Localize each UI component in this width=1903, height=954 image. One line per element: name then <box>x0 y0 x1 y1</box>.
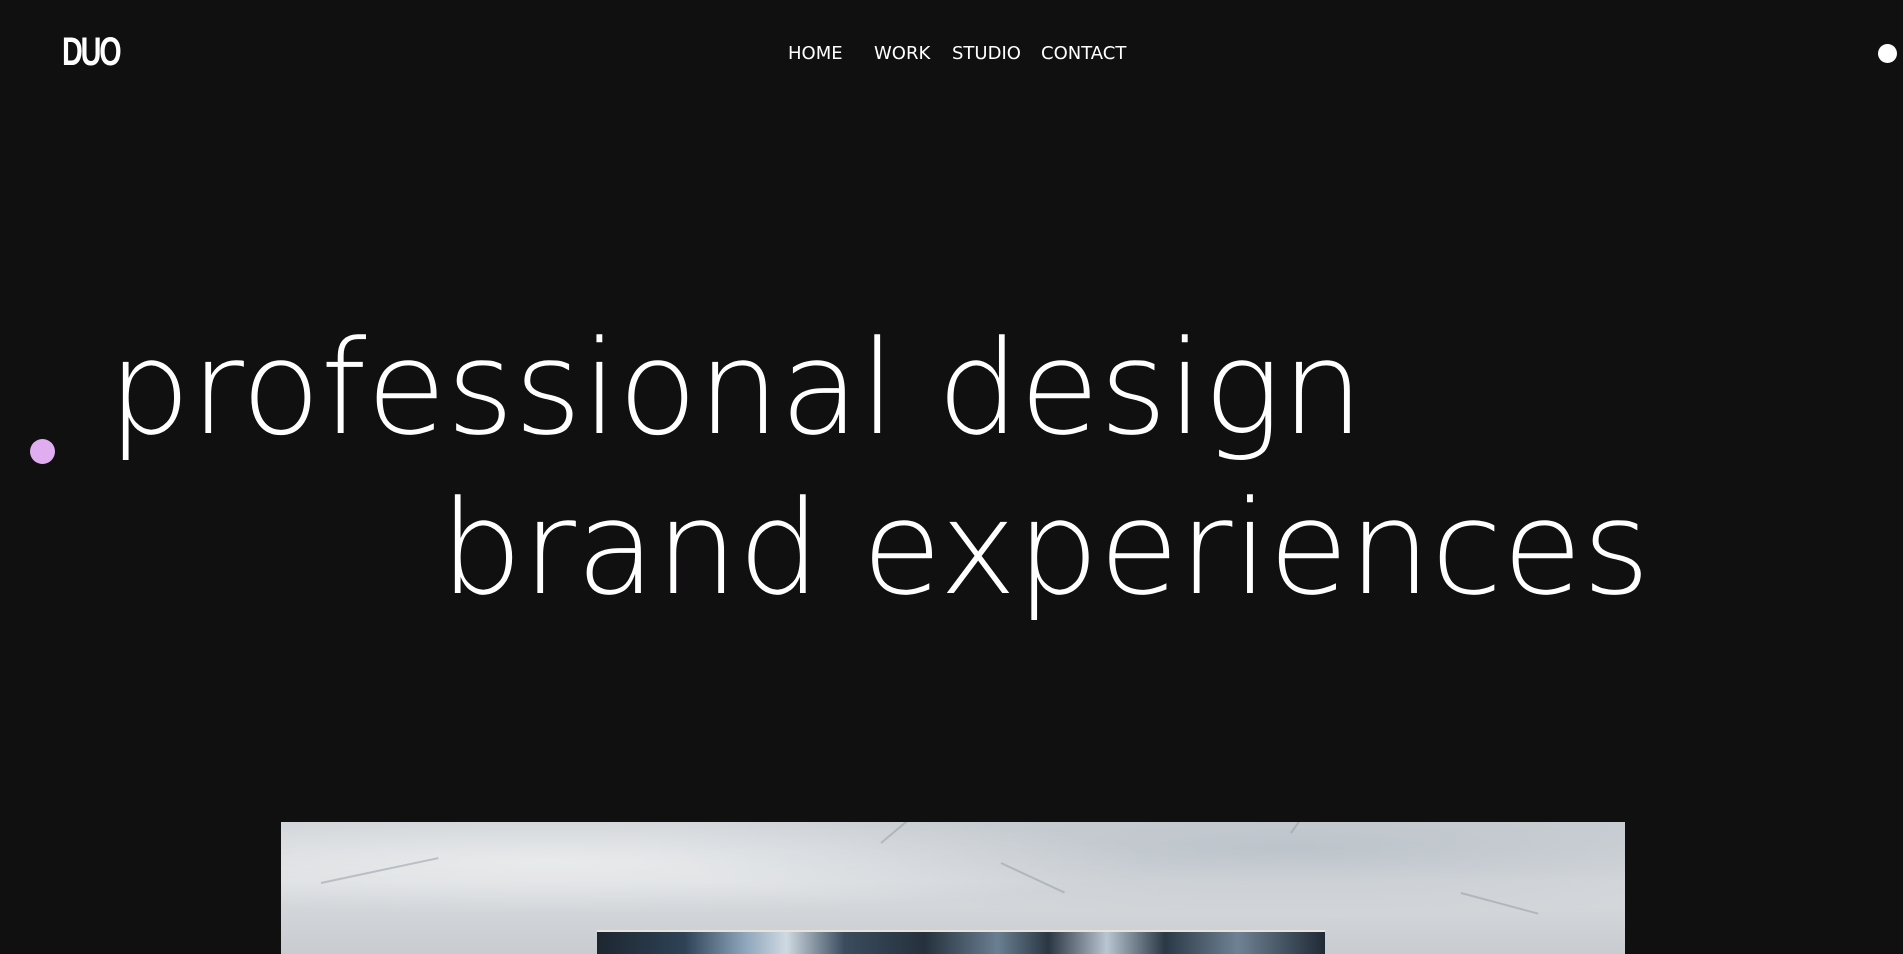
inner-photo <box>597 930 1325 954</box>
nav-link-studio[interactable]: STUDIO <box>952 42 1041 66</box>
nav-link-home[interactable]: HOME <box>788 42 874 66</box>
nav-link-work[interactable]: WORK <box>874 42 952 66</box>
hero-headline-line-1: professional design <box>108 312 1364 464</box>
menu-dot-icon[interactable] <box>1878 44 1897 63</box>
hero-headline-line-2: brand experiences <box>440 472 1651 624</box>
accent-dot-icon <box>30 439 55 464</box>
logo[interactable]: DUO <box>62 30 122 74</box>
main-nav: HOME WORK STUDIO CONTACT <box>788 42 1126 66</box>
nav-link-contact[interactable]: CONTACT <box>1041 42 1126 66</box>
hero-image <box>281 822 1625 954</box>
